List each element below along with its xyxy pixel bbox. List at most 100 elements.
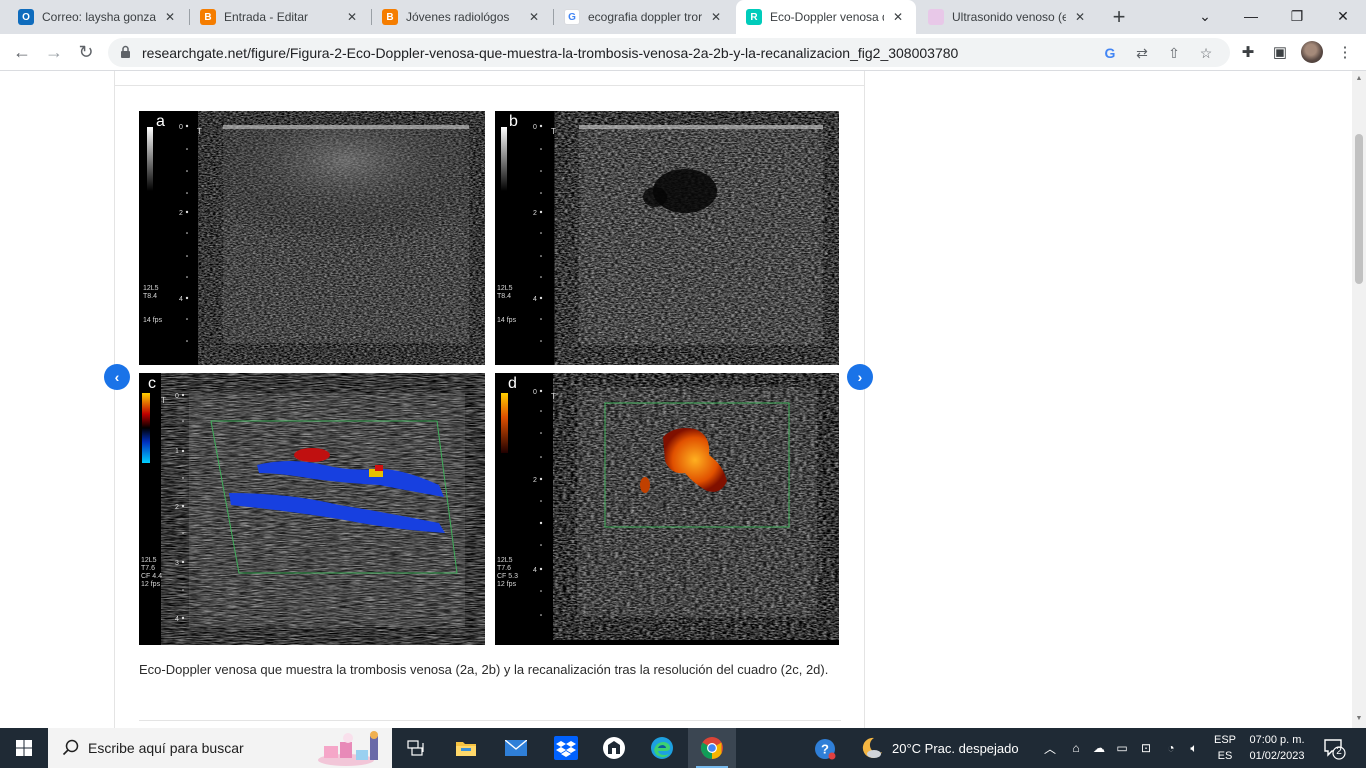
extensions-icon[interactable]: ✚: [1237, 41, 1259, 63]
menu-dots-icon[interactable]: ⋮: [1334, 41, 1356, 63]
svg-text:2: 2: [533, 210, 537, 217]
tab-strip: O Correo: laysha gonzale ✕ B Entrada - E…: [0, 0, 1366, 34]
page-scrollbar[interactable]: ▲ ▼: [1352, 71, 1366, 728]
minimize-icon[interactable]: —: [1228, 0, 1274, 32]
browser-toolbar: ← → ↻ researchgate.net/figure/Figura-2-E…: [0, 34, 1366, 71]
weather-moon-icon[interactable]: [860, 736, 884, 760]
svg-text:0: 0: [175, 393, 179, 400]
help-icon[interactable]: ?: [814, 738, 836, 760]
show-hidden-icons-chevron-icon[interactable]: ︿: [1042, 740, 1058, 756]
url-text: researchgate.net/figure/Figura-2-Eco-Dop…: [142, 45, 959, 61]
windows-start-button[interactable]: [0, 728, 48, 768]
google-lens-icon[interactable]: G: [1100, 43, 1120, 63]
back-icon[interactable]: ←: [8, 38, 36, 66]
close-icon[interactable]: ✕: [708, 9, 724, 25]
windows-taskbar: Escribe aquí para buscar ? 20°C Prac. de…: [0, 728, 1366, 768]
close-icon[interactable]: ✕: [526, 9, 542, 25]
panel-letter: a: [156, 113, 165, 130]
ultrasound-panel-d: 0 2 4 T d 12L5 T7.6 CF 5.3 12 fps: [495, 373, 839, 645]
page-content: 0 2 4 T a 12L5 T8.4 14 fps 0 2 4 T b 12L…: [0, 71, 1352, 728]
battery-icon[interactable]: ▭: [1114, 740, 1130, 756]
tab-ultrasonido[interactable]: Ultrasonido venoso (e ✕: [918, 0, 1098, 34]
store-app-icon[interactable]: [590, 728, 638, 768]
weather-text[interactable]: 20°C Prac. despejado: [892, 728, 1019, 768]
tab-title: Correo: laysha gonzale: [42, 10, 156, 24]
svg-text:?: ?: [821, 742, 829, 757]
scrollbar-thumb[interactable]: [1355, 134, 1363, 284]
edge-browser-icon[interactable]: [638, 728, 686, 768]
panel-letter: c: [148, 375, 156, 392]
mail-icon[interactable]: [492, 728, 540, 768]
tab-search-icon[interactable]: ⌄: [1182, 0, 1228, 32]
svg-text:4: 4: [175, 616, 179, 623]
tab-title: Ultrasonido venoso (e: [952, 10, 1066, 24]
search-highlight-illustration: [318, 731, 378, 766]
divider: [115, 85, 864, 86]
cloud-sync-icon[interactable]: ☁: [1091, 740, 1107, 756]
close-icon[interactable]: ✕: [344, 9, 360, 25]
camera-icon[interactable]: ⌂: [1068, 740, 1084, 756]
system-clock[interactable]: 07:00 p. m. 01/02/2023: [1244, 732, 1310, 764]
svg-text:T: T: [161, 396, 166, 405]
bookmark-star-icon[interactable]: ☆: [1196, 43, 1216, 63]
previous-figure-button[interactable]: ‹: [104, 364, 130, 390]
translate-icon[interactable]: ⇄: [1132, 43, 1152, 63]
panel-letter: d: [508, 375, 517, 392]
next-figure-button[interactable]: ›: [847, 364, 873, 390]
taskbar-search-box[interactable]: Escribe aquí para buscar: [48, 728, 392, 768]
tab-title: Jóvenes radiológos: [406, 10, 510, 24]
svg-text:2: 2: [179, 210, 183, 217]
svg-text:1: 1: [175, 448, 179, 455]
chrome-browser-icon[interactable]: [688, 728, 736, 768]
wifi-icon[interactable]: ◔: [1163, 740, 1179, 756]
tab-title: ecografia doppler tror: [588, 10, 702, 24]
doppler-image: 0 2 4 T: [501, 387, 817, 617]
side-panel-icon[interactable]: ▣: [1269, 41, 1291, 63]
restore-icon[interactable]: ❐: [1274, 0, 1320, 32]
svg-text:4: 4: [179, 296, 183, 303]
svg-text:2: 2: [175, 504, 179, 511]
close-window-icon[interactable]: ✕: [1320, 0, 1366, 32]
svg-text:0: 0: [533, 389, 537, 396]
scroll-down-icon[interactable]: ▼: [1355, 715, 1363, 723]
close-icon[interactable]: ✕: [162, 9, 178, 25]
notifications-button[interactable]: 2: [1322, 736, 1346, 760]
tab-google-search[interactable]: G ecografia doppler tror ✕: [554, 0, 734, 34]
outlook-icon: O: [18, 9, 34, 25]
svg-text:0: 0: [179, 124, 183, 131]
new-tab-button[interactable]: +: [1106, 4, 1132, 30]
share-icon[interactable]: ⇧: [1164, 43, 1184, 63]
close-icon[interactable]: ✕: [890, 9, 906, 25]
ultrasound-image: 0 2 4 T: [501, 124, 823, 345]
tab-blogger-entrada[interactable]: B Entrada - Editar ✕: [190, 0, 370, 34]
forward-icon[interactable]: →: [40, 38, 68, 66]
profile-avatar[interactable]: [1301, 41, 1323, 63]
task-view-icon[interactable]: [392, 728, 440, 768]
google-icon: G: [564, 9, 580, 25]
tab-title: Eco-Doppler venosa q: [770, 10, 884, 24]
file-explorer-icon[interactable]: [442, 728, 490, 768]
ultrasound-panel-b: 0 2 4 T b 12L5 T8.4 14 fps: [495, 111, 839, 365]
clock-date: 01/02/2023: [1249, 750, 1305, 762]
scroll-up-icon[interactable]: ▲: [1355, 75, 1363, 83]
tab-blogger-jovenes[interactable]: B Jóvenes radiológos ✕: [372, 0, 552, 34]
scan-parameters: 12L5 T7.6 CF 5.3 12 fps: [497, 557, 519, 588]
svg-text:0: 0: [533, 124, 537, 131]
address-bar[interactable]: researchgate.net/figure/Figura-2-Eco-Dop…: [108, 38, 1230, 67]
windows-logo-icon: [16, 740, 32, 756]
tab-outlook[interactable]: O Correo: laysha gonzale ✕: [8, 0, 188, 34]
volume-icon[interactable]: 🔈︎: [1186, 740, 1202, 756]
keyboard-layout: ES: [1217, 750, 1233, 762]
figure-caption: Eco-Doppler venosa que muestra la trombo…: [139, 662, 829, 677]
display-icon[interactable]: ⊡: [1138, 740, 1154, 756]
ultrasound-panel-a: 0 2 4 T a 12L5 T8.4 14 fps: [139, 111, 485, 365]
blogger-icon: B: [382, 9, 398, 25]
reload-icon[interactable]: ↻: [72, 38, 100, 66]
search-icon: [62, 739, 79, 756]
tab-researchgate[interactable]: R Eco-Doppler venosa q ✕: [736, 0, 916, 34]
svg-text:3: 3: [175, 560, 179, 567]
language-indicator[interactable]: ESP ES: [1210, 732, 1240, 764]
blogger-icon: B: [200, 9, 216, 25]
close-icon[interactable]: ✕: [1072, 9, 1088, 25]
dropbox-icon[interactable]: [542, 728, 590, 768]
